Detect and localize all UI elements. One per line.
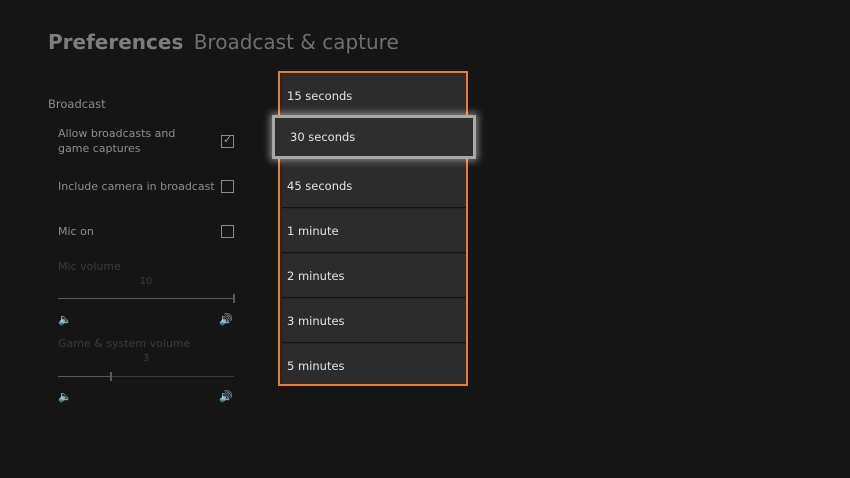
checkbox-mic-on[interactable] [221,225,234,238]
page-title-secondary: Broadcast & capture [193,30,399,54]
setting-label: Mic on [58,225,94,238]
volume-high-icon: 🔊 [219,390,233,403]
slider-fill [58,376,111,377]
game-volume-slider[interactable] [58,372,234,381]
check-icon: ✓ [223,133,233,146]
option-45-seconds[interactable]: 45 seconds [282,164,466,208]
setting-label: Allow broadcasts and game captures [58,127,176,155]
page-title: Preferences Broadcast & capture [48,30,399,54]
option-5-minutes[interactable]: 5 minutes [282,344,466,384]
setting-mic-on[interactable]: Mic on [58,224,234,240]
mic-volume-slider[interactable] [58,294,235,303]
slider-fill [58,298,234,299]
setting-label: Include camera in broadcast [58,180,215,193]
volume-low-icon: 🔈 [58,390,72,403]
volume-high-icon: 🔊 [219,313,233,326]
slider-thumb[interactable] [233,294,235,303]
option-2-minutes[interactable]: 2 minutes [282,254,466,298]
setting-allow-broadcasts[interactable]: Allow broadcasts and game captures ✓ [58,126,234,158]
slider-thumb[interactable] [109,372,112,381]
page-title-primary: Preferences [48,30,184,54]
section-label-broadcast: Broadcast [48,97,106,111]
game-volume-value: 3 [142,353,150,364]
checkbox-include-camera[interactable] [221,180,234,193]
game-volume-label: Game & system volume [58,337,191,350]
volume-low-icon: 🔈 [58,313,72,326]
option-3-minutes[interactable]: 3 minutes [282,299,466,343]
option-1-minute[interactable]: 1 minute [282,209,466,253]
option-15-seconds[interactable]: 15 seconds [282,74,466,118]
mic-volume-label: Mic volume [58,260,121,273]
duration-dropdown-list[interactable]: 15 seconds 30 seconds 45 seconds 1 minut… [272,71,476,386]
checkbox-allow-broadcasts[interactable]: ✓ [221,133,234,148]
setting-include-camera[interactable]: Include camera in broadcast [58,179,234,195]
mic-volume-value: 10 [139,276,153,287]
option-30-seconds[interactable]: 30 seconds [272,115,476,159]
